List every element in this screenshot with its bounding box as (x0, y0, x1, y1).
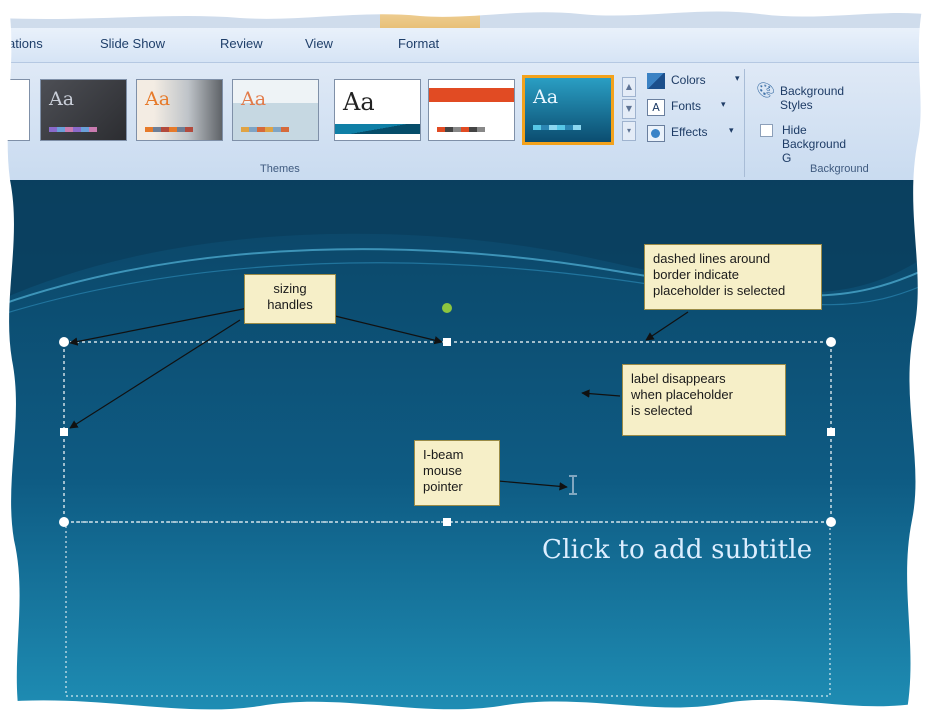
callout-label-disappears: label disappears when placeholder is sel… (622, 364, 786, 436)
arrow-to-top-handle (334, 315, 443, 345)
callout-line: border indicate (653, 267, 739, 282)
sizing-handle-top[interactable] (443, 338, 451, 346)
callout-sizing-handles: sizing handles (244, 274, 336, 324)
callout-dashed-lines: dashed lines around border indicate plac… (644, 244, 822, 310)
callout-line: sizing (273, 281, 307, 296)
callout-line: is selected (631, 403, 693, 418)
i-beam-pointer-icon (569, 475, 577, 495)
rotation-handle[interactable] (442, 303, 452, 313)
arrow-to-left-handle (69, 319, 241, 429)
callout-line: handles (267, 297, 313, 312)
callout-i-beam: I-beam mouse pointer (414, 440, 500, 506)
arrow-to-label-area (581, 389, 621, 398)
callout-line: label disappears (631, 371, 726, 386)
subtitle-placeholder-text[interactable]: Click to add subtitle (542, 535, 812, 565)
callout-line: mouse (423, 463, 463, 478)
callout-line: placeholder is selected (653, 283, 786, 298)
sizing-handle-top-right[interactable] (826, 337, 836, 347)
sizing-handle-bottom-left[interactable] (59, 517, 69, 527)
screenshot-frame: ation1 ols ations Slide Show Review View… (0, 0, 935, 721)
sizing-handle-bottom[interactable] (443, 518, 451, 526)
sizing-handle-right[interactable] (827, 428, 835, 436)
arrow-to-i-beam (497, 480, 568, 491)
sizing-handle-left[interactable] (60, 428, 68, 436)
callout-line: I-beam (423, 447, 464, 462)
annotation-layer (59, 303, 836, 697)
sizing-handle-bottom-right[interactable] (826, 517, 836, 527)
callout-line: dashed lines around (653, 251, 771, 266)
sizing-handle-top-left[interactable] (59, 337, 69, 347)
callout-line: pointer (423, 479, 463, 494)
arrow-to-top-left-handle (69, 307, 249, 346)
arrow-to-dashed-border (645, 311, 689, 341)
callout-line: when placeholder (631, 387, 733, 402)
